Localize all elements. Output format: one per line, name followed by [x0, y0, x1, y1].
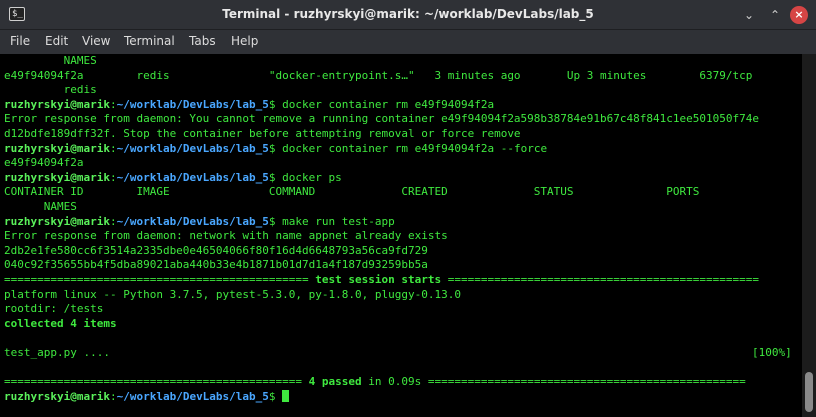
menu-file[interactable]: File: [10, 34, 30, 48]
prompt-sep: :: [109, 170, 117, 184]
prompt-sep: :: [109, 97, 117, 111]
output-line: e49f94094f2a: [4, 156, 84, 170]
output-line: CONTAINER ID IMAGE COMMAND CREATED STATU…: [4, 185, 700, 199]
title-bar: $_ Terminal - ruzhyrskyi@marik: ~/workla…: [0, 0, 816, 30]
test-file: test_app.py ....: [4, 345, 110, 359]
prompt-user: ruzhyrskyi@marik: [4, 214, 110, 228]
output-line: redis: [4, 83, 97, 97]
menu-bar: File Edit View Terminal Tabs Help: [0, 30, 816, 54]
output-line: rootdir: /tests: [4, 302, 104, 316]
output-line: platform linux -- Python 3.7.5, pytest-5…: [4, 287, 461, 301]
menu-help[interactable]: Help: [231, 34, 258, 48]
terminal-scrollbar[interactable]: [802, 54, 816, 417]
passed-summary: ========================================…: [0, 375, 802, 390]
menu-view[interactable]: View: [82, 34, 110, 48]
collected-line: collected 4 items: [4, 316, 117, 330]
prompt-path: ~/worklab/DevLabs/lab_5: [116, 97, 269, 111]
prompt-user: ruzhyrskyi@marik: [4, 389, 110, 403]
rule-left: ========================================…: [4, 375, 309, 389]
prompt-user: ruzhyrskyi@marik: [4, 170, 110, 184]
command-text: make run test-app: [282, 214, 395, 228]
test-progress: [100%]: [752, 345, 792, 359]
rule-right: ========================================…: [441, 272, 759, 286]
command-text: docker container rm e49f94094f2a --force: [282, 141, 548, 155]
output-line: 2db2e1fe580cc6f3514a2335dbe0e46504066f80…: [4, 243, 428, 257]
rule-right: ========================================…: [421, 375, 746, 389]
session-text: test session starts: [315, 272, 442, 286]
close-button[interactable]: ×: [790, 6, 808, 24]
command-line: ruzhyrskyi@marik:~/worklab/DevLabs/lab_5…: [0, 98, 802, 113]
output-line: d12bdfe189dff32f. Stop the container bef…: [4, 126, 521, 140]
command-text: docker container rm e49f94094f2a: [282, 97, 495, 111]
prompt-sep: :: [109, 389, 117, 403]
prompt-path: ~/worklab/DevLabs/lab_5: [116, 389, 269, 403]
command-line: ruzhyrskyi@marik:~/worklab/DevLabs/lab_5…: [0, 215, 802, 230]
text-cursor: [282, 389, 290, 402]
prompt-dollar: $: [268, 389, 283, 403]
output-line: 040c92f35655bb4f5dba89021aba440b33e4b187…: [4, 258, 428, 272]
passed-text: 4 passed: [308, 375, 362, 389]
output-line: Error response from daemon: network with…: [4, 229, 448, 243]
output-line: Error response from daemon: You cannot r…: [4, 112, 759, 126]
menu-terminal[interactable]: Terminal: [124, 34, 175, 48]
test-result-line: test_app.py .... [100%]: [0, 346, 802, 361]
command-text: docker ps: [282, 170, 342, 184]
command-line: ruzhyrskyi@marik:~/worklab/DevLabs/lab_5…: [0, 389, 802, 405]
terminal-output[interactable]: NAMES e49f94094f2a redis "docker-entrypo…: [0, 54, 802, 417]
prompt-path: ~/worklab/DevLabs/lab_5: [116, 141, 269, 155]
output-line: e49f94094f2a redis "docker-entrypoint.s……: [4, 68, 753, 82]
prompt-dollar: $: [268, 170, 283, 184]
prompt-path: ~/worklab/DevLabs/lab_5: [116, 214, 269, 228]
menu-edit[interactable]: Edit: [45, 34, 68, 48]
rule-left: ========================================…: [4, 272, 316, 286]
prompt-dollar: $: [268, 141, 283, 155]
prompt-user: ruzhyrskyi@marik: [4, 97, 110, 111]
command-line: ruzhyrskyi@marik:~/worklab/DevLabs/lab_5…: [0, 142, 802, 157]
prompt-sep: :: [109, 141, 117, 155]
output-line: NAMES: [4, 54, 97, 67]
test-session-header: ========================================…: [0, 273, 802, 288]
minimize-button[interactable]: ⌄: [740, 6, 758, 24]
prompt-dollar: $: [268, 214, 283, 228]
output-line: NAMES: [4, 199, 77, 213]
prompt-user: ruzhyrskyi@marik: [4, 141, 110, 155]
window-title: Terminal - ruzhyrskyi@marik: ~/worklab/D…: [222, 7, 594, 21]
maximize-button[interactable]: ⌃: [766, 6, 784, 24]
scrollbar-thumb[interactable]: [805, 372, 813, 412]
prompt-path: ~/worklab/DevLabs/lab_5: [116, 170, 269, 184]
command-line: ruzhyrskyi@marik:~/worklab/DevLabs/lab_5…: [0, 171, 802, 186]
prompt-dollar: $: [268, 97, 283, 111]
passed-time: in 0.09s: [361, 375, 422, 389]
menu-tabs[interactable]: Tabs: [189, 34, 216, 48]
prompt-sep: :: [109, 214, 117, 228]
